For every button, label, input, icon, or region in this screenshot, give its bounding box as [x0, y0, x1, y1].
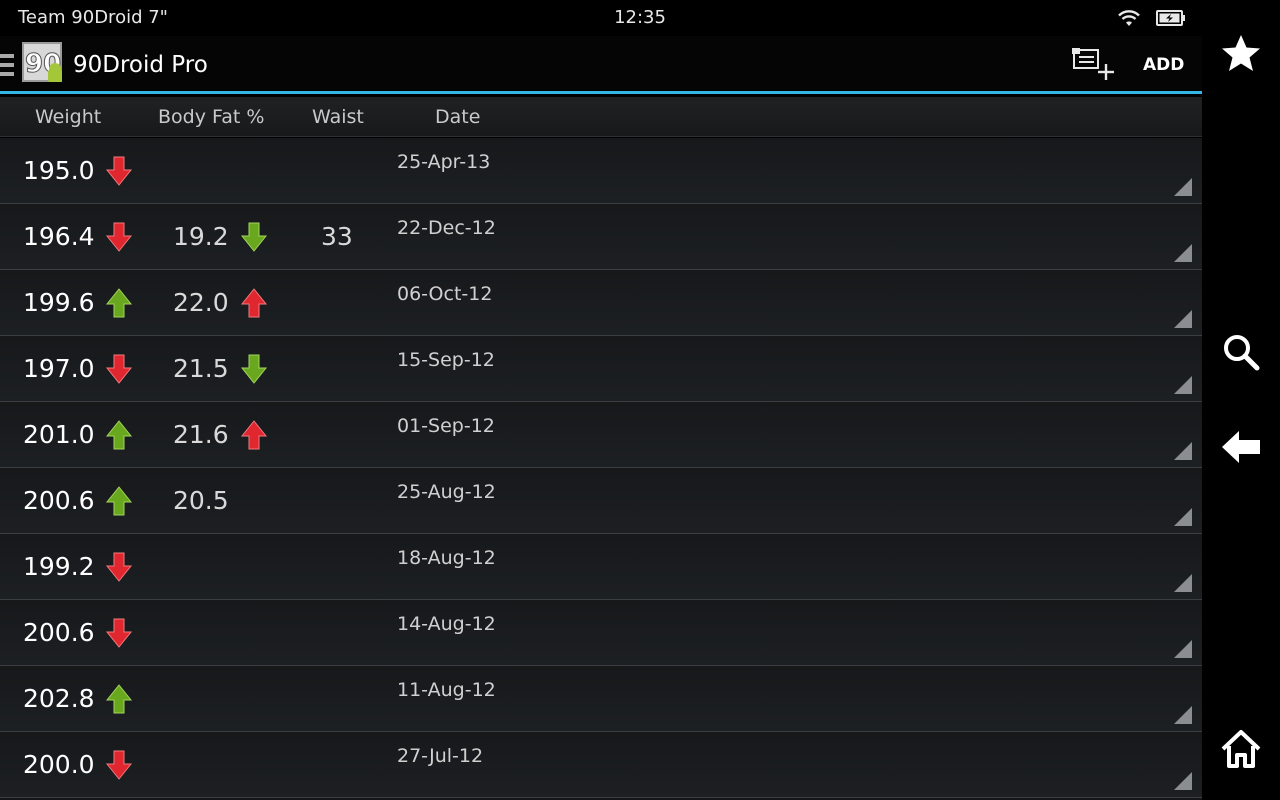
- body-fat-value: 21.6: [173, 420, 229, 449]
- body-fat-trend-up-red-icon: [240, 419, 268, 451]
- list-item[interactable]: 195.0 25-Apr-13: [0, 138, 1202, 204]
- search-icon[interactable]: [1220, 331, 1262, 373]
- add-photo-icon[interactable]: [1072, 46, 1116, 82]
- weight-value: 199.6: [23, 288, 95, 317]
- body-fat-value: 20.5: [173, 486, 229, 515]
- body-fat-trend-down-green-icon: [240, 353, 268, 385]
- expand-corner-icon[interactable]: [1174, 376, 1192, 394]
- list-item[interactable]: 196.4 19.2 33 22-Dec-12: [0, 204, 1202, 270]
- weight-value: 201.0: [23, 420, 95, 449]
- list-item[interactable]: 200.6 20.5 25-Aug-12: [0, 468, 1202, 534]
- add-button[interactable]: ADD: [1143, 55, 1184, 75]
- navigation-bar: [1202, 0, 1280, 800]
- device-name: Team 90Droid 7": [18, 7, 168, 28]
- date-value: 06-Oct-12: [397, 283, 493, 305]
- body-fat-trend-up-red-icon: [240, 287, 268, 319]
- battery-charging-icon: [1156, 10, 1185, 26]
- weight-trend-down-red-icon: [105, 155, 133, 187]
- measurement-list[interactable]: 195.0 25-Apr-13 196.4 19.2 33 22-Dec-12 199.6 2…: [0, 138, 1202, 800]
- expand-corner-icon[interactable]: [1174, 574, 1192, 592]
- weight-value: 200.0: [23, 750, 95, 779]
- status-bar: Team 90Droid 7" 12:35: [0, 0, 1202, 36]
- action-bar: 90 90Droid Pro ADD: [0, 36, 1202, 94]
- weight-trend-down-red-icon: [105, 749, 133, 781]
- date-value: 22-Dec-12: [397, 217, 496, 239]
- date-value: 25-Aug-12: [397, 481, 496, 503]
- body-fat-value: 22.0: [173, 288, 229, 317]
- app-title: 90Droid Pro: [73, 52, 208, 78]
- weight-trend-up-green-icon: [105, 683, 133, 715]
- weight-trend-up-green-icon: [105, 419, 133, 451]
- date-value: 01-Sep-12: [397, 415, 495, 437]
- date-value: 14-Aug-12: [397, 613, 496, 635]
- weight-trend-up-green-icon: [105, 287, 133, 319]
- header-date[interactable]: Date: [435, 106, 480, 128]
- weight-value: 197.0: [23, 354, 95, 383]
- header-waist[interactable]: Waist: [312, 106, 364, 128]
- header-weight[interactable]: Weight: [35, 106, 101, 128]
- expand-corner-icon[interactable]: [1174, 706, 1192, 724]
- weight-value: 196.4: [23, 222, 95, 251]
- list-item[interactable]: 202.8 11-Aug-12: [0, 666, 1202, 732]
- list-item[interactable]: 199.2 18-Aug-12: [0, 534, 1202, 600]
- body-fat-value: 21.5: [173, 354, 229, 383]
- expand-corner-icon[interactable]: [1174, 640, 1192, 658]
- list-item[interactable]: 200.6 14-Aug-12: [0, 600, 1202, 666]
- list-item[interactable]: 199.6 22.0 06-Oct-12: [0, 270, 1202, 336]
- expand-corner-icon[interactable]: [1174, 508, 1192, 526]
- header-body-fat[interactable]: Body Fat %: [158, 106, 264, 128]
- body-fat-value: 19.2: [173, 222, 229, 251]
- weight-value: 202.8: [23, 684, 95, 713]
- date-value: 25-Apr-13: [397, 151, 491, 173]
- star-icon[interactable]: [1220, 33, 1262, 75]
- date-value: 18-Aug-12: [397, 547, 496, 569]
- drawer-indicator-icon[interactable]: [0, 54, 14, 76]
- expand-corner-icon[interactable]: [1174, 310, 1192, 328]
- status-icons: [1116, 8, 1186, 28]
- list-item[interactable]: 201.0 21.6 01-Sep-12: [0, 402, 1202, 468]
- weight-trend-down-red-icon: [105, 221, 133, 253]
- weight-trend-down-red-icon: [105, 353, 133, 385]
- expand-corner-icon[interactable]: [1174, 178, 1192, 196]
- app-logo-icon[interactable]: 90: [22, 42, 66, 86]
- body-fat-trend-down-green-icon: [240, 221, 268, 253]
- weight-trend-up-green-icon: [105, 485, 133, 517]
- expand-corner-icon[interactable]: [1174, 244, 1192, 262]
- expand-corner-icon[interactable]: [1174, 772, 1192, 790]
- weight-value: 195.0: [23, 156, 95, 185]
- waist-value: 33: [321, 222, 353, 251]
- back-arrow-icon[interactable]: [1220, 426, 1262, 468]
- weight-trend-down-red-icon: [105, 617, 133, 649]
- date-value: 27-Jul-12: [397, 745, 484, 767]
- weight-value: 199.2: [23, 552, 95, 581]
- wifi-icon: [1118, 10, 1140, 26]
- home-icon[interactable]: [1220, 728, 1262, 770]
- weight-value: 200.6: [23, 618, 95, 647]
- weight-trend-down-red-icon: [105, 551, 133, 583]
- list-item[interactable]: 200.0 27-Jul-12: [0, 732, 1202, 798]
- weight-value: 200.6: [23, 486, 95, 515]
- date-value: 15-Sep-12: [397, 349, 495, 371]
- expand-corner-icon[interactable]: [1174, 442, 1192, 460]
- date-value: 11-Aug-12: [397, 679, 496, 701]
- clock: 12:35: [614, 7, 666, 28]
- column-header-row: Weight Body Fat % Waist Date: [0, 97, 1202, 137]
- list-item[interactable]: 197.0 21.5 15-Sep-12: [0, 336, 1202, 402]
